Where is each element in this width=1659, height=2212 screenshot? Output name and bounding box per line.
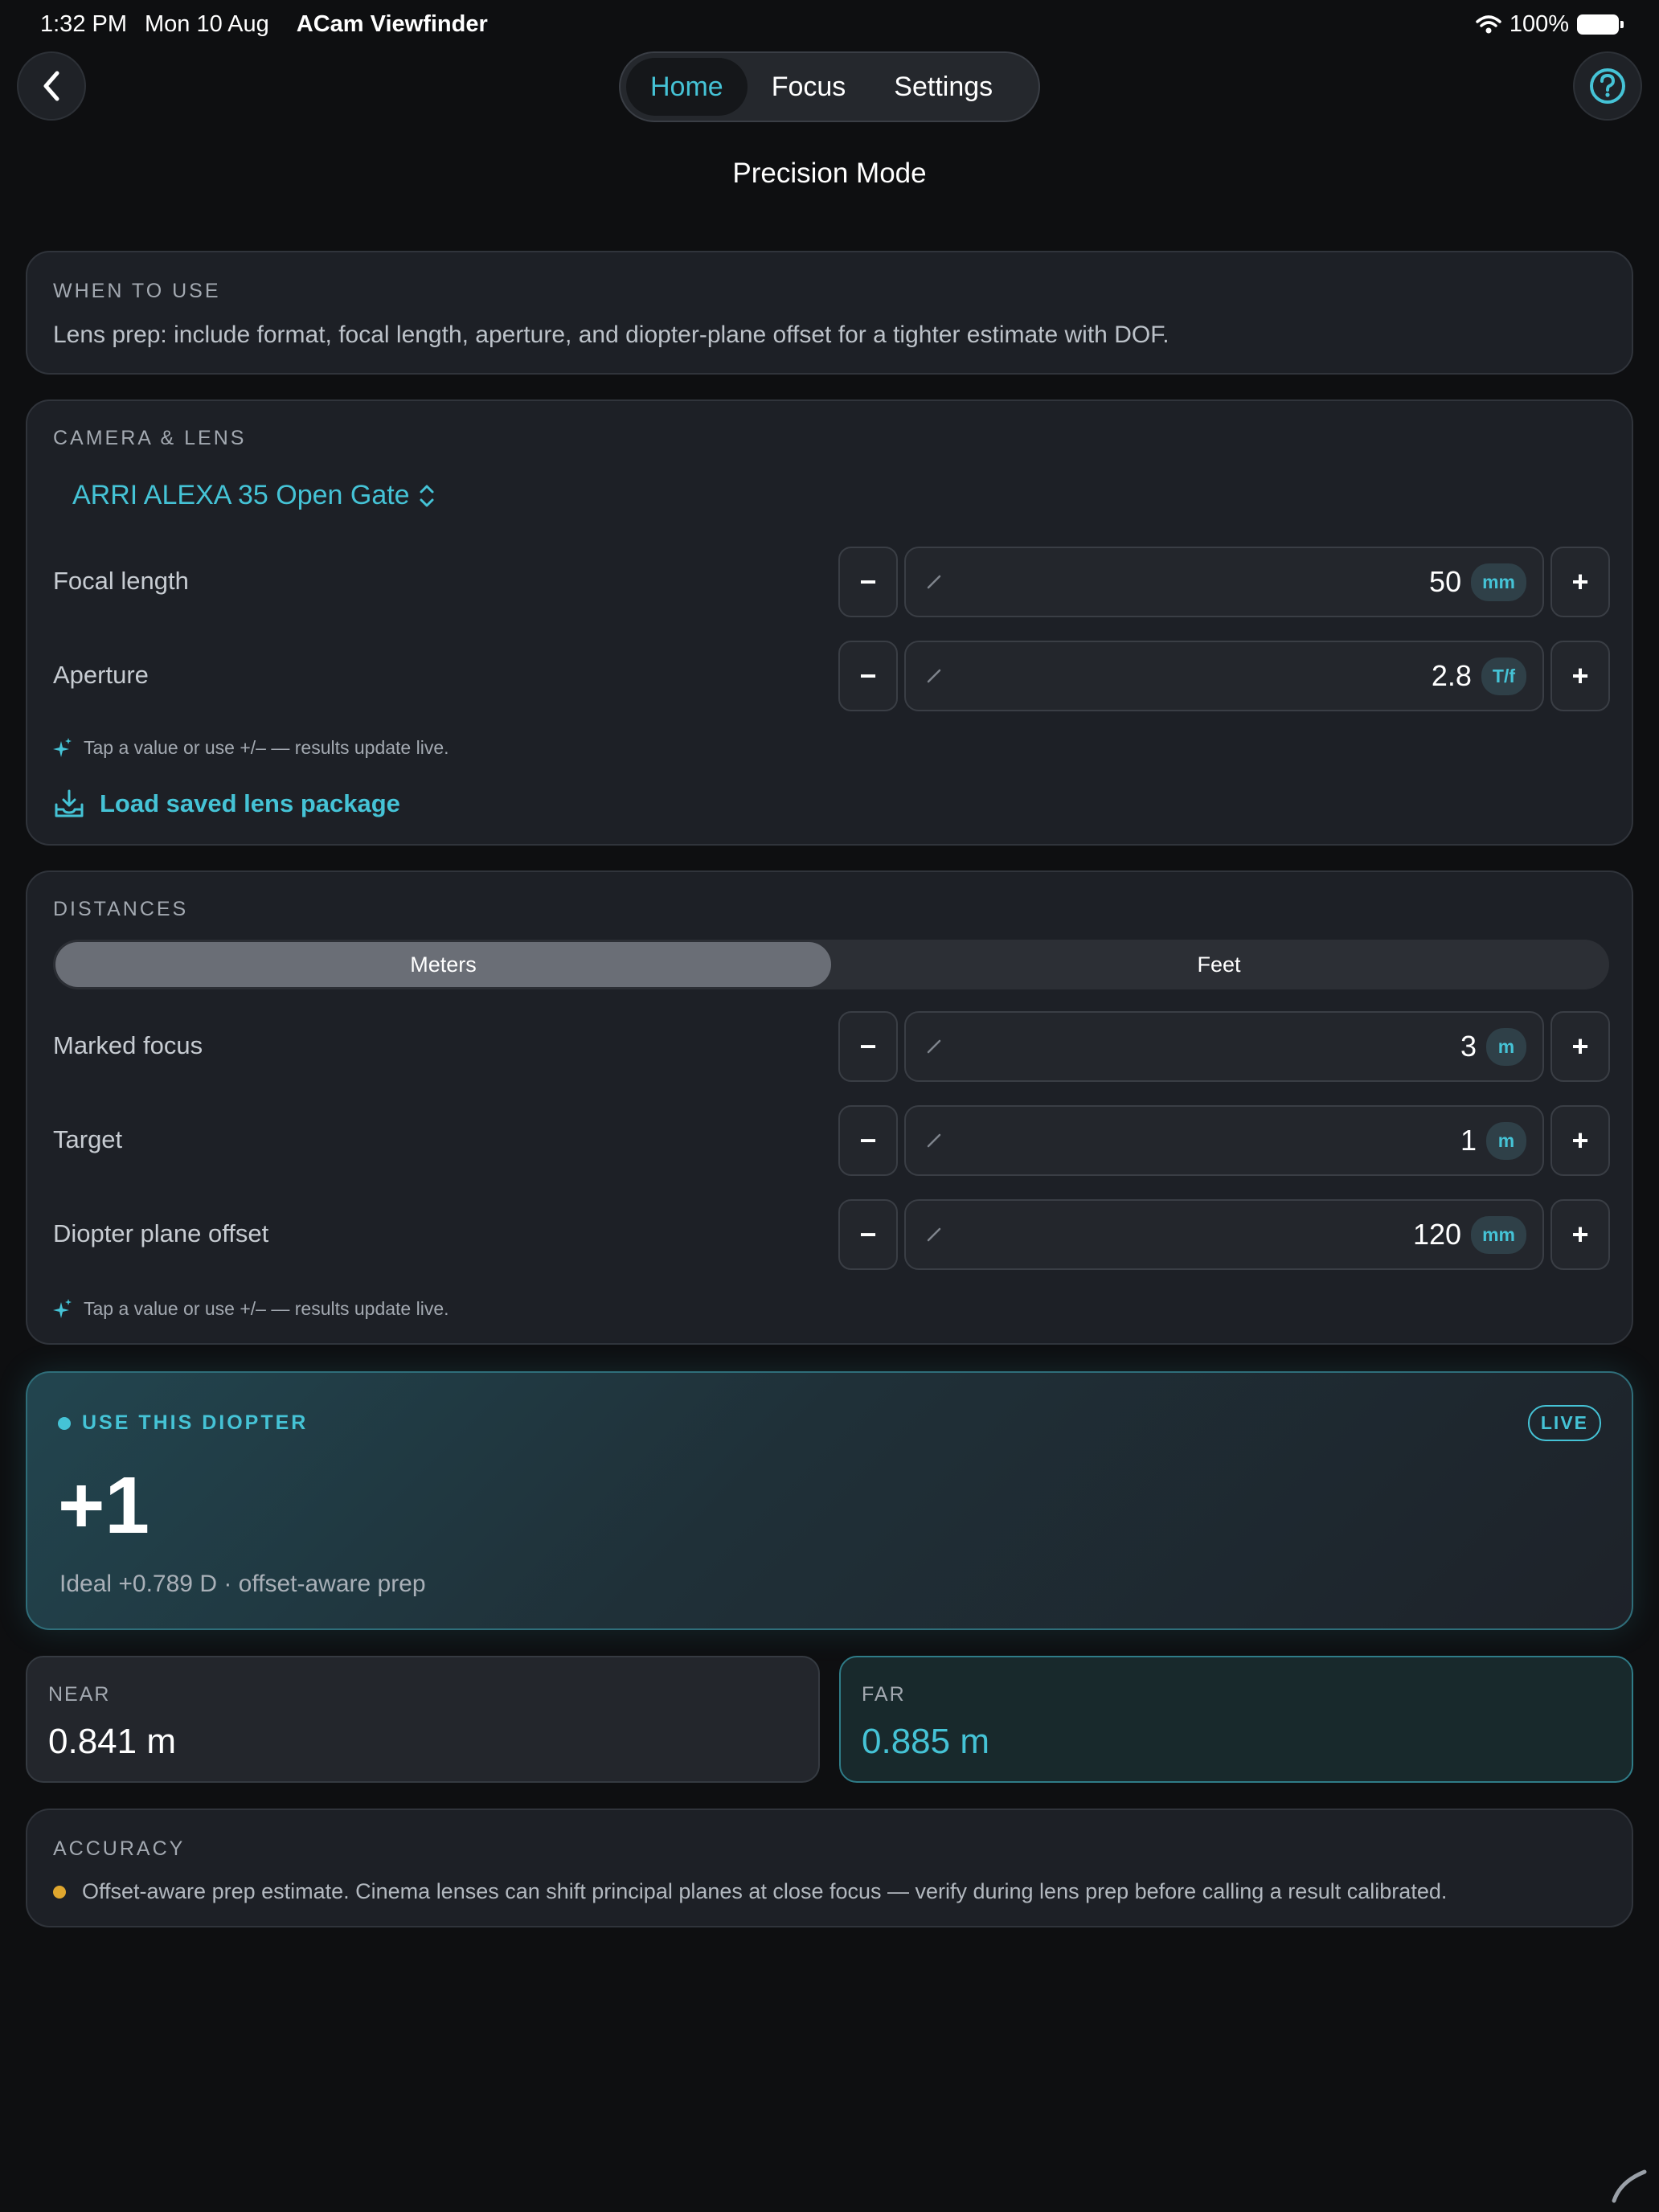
- accuracy-text: Offset-aware prep estimate. Cinema lense…: [82, 1879, 1448, 1903]
- when-to-use-card: WHEN TO USE Lens prep: include format, f…: [26, 251, 1633, 375]
- question-circle-icon: [1590, 68, 1625, 104]
- diopter-offset-field[interactable]: 120 mm: [904, 1199, 1544, 1270]
- hint-text: Tap a value or use +/– — results update …: [53, 737, 449, 759]
- camera-preset-picker[interactable]: ARRI ALEXA 35 Open Gate: [72, 480, 436, 511]
- accuracy-card: ACCURACY Offset-aware prep estimate. Cin…: [26, 1809, 1633, 1927]
- decrement-button[interactable]: −: [838, 547, 898, 617]
- aperture-label: Aperture: [53, 661, 149, 689]
- field-value: 3: [1460, 1030, 1477, 1063]
- unit-badge: m: [1486, 1121, 1526, 1160]
- sparkle-icon: [53, 737, 72, 757]
- status-app-name: ACam Viewfinder: [296, 11, 488, 37]
- increment-button[interactable]: +: [1550, 1011, 1610, 1082]
- hint-label: Tap a value or use +/– — results update …: [84, 737, 449, 758]
- tab-focus[interactable]: Focus: [748, 58, 870, 116]
- decrement-button[interactable]: −: [838, 1199, 898, 1270]
- sparkle-icon: [53, 1298, 72, 1318]
- section-label: CAMERA & LENS: [53, 427, 247, 449]
- live-badge: LIVE: [1527, 1405, 1601, 1441]
- marked-focus-field[interactable]: 3 m: [904, 1011, 1544, 1082]
- help-button[interactable]: [1573, 51, 1642, 121]
- field-value: 2.8: [1431, 659, 1472, 692]
- field-value: 120: [1413, 1218, 1462, 1251]
- field-value: 1: [1460, 1124, 1477, 1157]
- distances-card: DISTANCES Meters Feet Marked focus − 3 m…: [26, 870, 1633, 1345]
- section-label: DISTANCES: [53, 898, 189, 920]
- focal-length-field[interactable]: 50 mm: [904, 547, 1544, 617]
- result-label: USE THIS DIOPTER: [82, 1411, 309, 1434]
- diopter-value: +1: [58, 1460, 150, 1550]
- tab-home[interactable]: Home: [626, 58, 748, 116]
- unit-option-feet[interactable]: Feet: [831, 942, 1607, 987]
- hint-label: Tap a value or use +/– — results update …: [84, 1298, 449, 1319]
- focal-length-label: Focal length: [53, 567, 189, 595]
- diopter-result-card: USE THIS DIOPTER LIVE +1 Ideal +0.789 D …: [26, 1371, 1633, 1630]
- pencil-icon: [927, 1133, 941, 1148]
- camera-lens-card: CAMERA & LENS ARRI ALEXA 35 Open Gate Fo…: [26, 399, 1633, 846]
- back-button[interactable]: [17, 51, 86, 121]
- ideal-diopter-text: Ideal +0.789 D · offset-aware prep: [59, 1571, 426, 1597]
- status-dot-icon: [58, 1416, 71, 1430]
- load-lens-package-link[interactable]: Load saved lens package: [53, 789, 400, 819]
- load-link-label: Load saved lens package: [100, 789, 400, 817]
- chevron-up-down-icon: [420, 485, 434, 506]
- pencil-icon: [927, 669, 941, 683]
- page-title: Precision Mode: [732, 158, 927, 189]
- far-value: 0.885 m: [862, 1722, 989, 1761]
- unit-badge: m: [1486, 1027, 1526, 1066]
- marked-focus-stepper: − 3 m +: [838, 1011, 1610, 1082]
- decrement-button[interactable]: −: [838, 641, 898, 711]
- status-time: 1:32 PM: [40, 11, 127, 37]
- field-value: 50: [1429, 565, 1462, 598]
- near-label: NEAR: [48, 1683, 111, 1706]
- hint-text: Tap a value or use +/– — results update …: [53, 1298, 449, 1320]
- near-value: 0.841 m: [48, 1722, 176, 1761]
- target-field[interactable]: 1 m: [904, 1105, 1544, 1176]
- chevron-left-icon: [43, 71, 59, 101]
- section-label: ACCURACY: [53, 1837, 186, 1860]
- unit-badge: mm: [1471, 563, 1526, 601]
- accuracy-note: Offset-aware prep estimate. Cinema lense…: [53, 1879, 1447, 1904]
- diopter-offset-stepper: − 120 mm +: [838, 1199, 1610, 1270]
- increment-button[interactable]: +: [1550, 1199, 1610, 1270]
- far-card: FAR 0.885 m: [839, 1656, 1633, 1783]
- pencil-icon: [927, 575, 941, 589]
- wifi-icon: [1476, 14, 1501, 33]
- status-date: Mon 10 Aug: [145, 11, 269, 37]
- unit-badge: mm: [1471, 1215, 1526, 1254]
- top-tab-bar: Home Focus Settings: [619, 51, 1040, 122]
- status-bar: 1:32 PM Mon 10 Aug ACam Viewfinder 100%: [40, 11, 1624, 40]
- increment-button[interactable]: +: [1550, 1105, 1610, 1176]
- near-card: NEAR 0.841 m: [26, 1656, 820, 1783]
- camera-preset-label: ARRI ALEXA 35 Open Gate: [72, 480, 410, 510]
- battery-icon: [1577, 14, 1624, 35]
- unit-badge: T/f: [1481, 657, 1526, 695]
- diopter-offset-label: Diopter plane offset: [53, 1219, 269, 1247]
- when-to-use-text: Lens prep: include format, focal length,…: [53, 322, 1169, 348]
- pencil-icon: [927, 1039, 941, 1054]
- aperture-stepper: − 2.8 T/f +: [838, 641, 1610, 711]
- warning-dot-icon: [53, 1885, 66, 1899]
- marked-focus-label: Marked focus: [53, 1031, 203, 1059]
- unit-option-meters[interactable]: Meters: [55, 942, 831, 987]
- target-stepper: − 1 m +: [838, 1105, 1610, 1176]
- increment-button[interactable]: +: [1550, 641, 1610, 711]
- section-label: WHEN TO USE: [53, 280, 221, 302]
- pencil-icon: [927, 1227, 941, 1242]
- increment-button[interactable]: +: [1550, 547, 1610, 617]
- result-header: USE THIS DIOPTER: [58, 1411, 308, 1435]
- battery-percent: 100%: [1509, 11, 1569, 37]
- far-label: FAR: [862, 1683, 906, 1706]
- target-label: Target: [53, 1125, 123, 1153]
- tray-download-icon: [55, 789, 84, 817]
- unit-segmented-control: Meters Feet: [53, 940, 1609, 989]
- resize-handle-icon: [1612, 2169, 1647, 2203]
- focal-length-stepper: − 50 mm +: [838, 547, 1610, 617]
- decrement-button[interactable]: −: [838, 1011, 898, 1082]
- tab-settings[interactable]: Settings: [870, 58, 1017, 116]
- decrement-button[interactable]: −: [838, 1105, 898, 1176]
- aperture-field[interactable]: 2.8 T/f: [904, 641, 1544, 711]
